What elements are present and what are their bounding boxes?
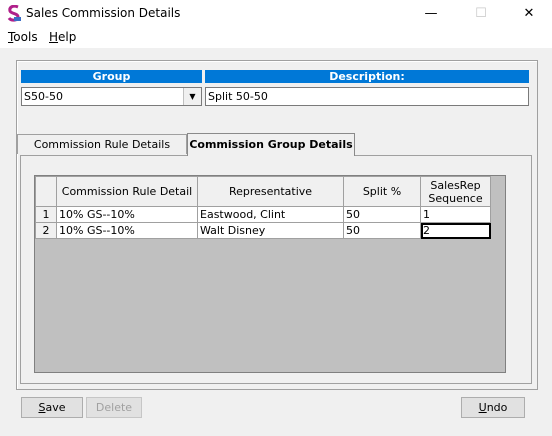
description-value: Split 50-50 (208, 90, 268, 103)
group-select[interactable]: S50-50 ▼ (21, 87, 202, 106)
grid-table: Commission Rule Detail Representative Sp… (35, 176, 491, 239)
description-header: Description: (205, 70, 529, 83)
cell-sequence[interactable]: 1 (420, 206, 491, 223)
window-title: Sales Commission Details (26, 6, 181, 20)
title-bar: Sales Commission Details — ☐ ✕ (0, 0, 552, 28)
cell-split[interactable]: 50 (343, 206, 421, 223)
app-icon (7, 5, 21, 22)
menu-help-accelerator: H (49, 30, 59, 44)
sales-commission-window: Sales Commission Details — ☐ ✕ Tools Hel… (0, 0, 552, 436)
chevron-down-icon[interactable]: ▼ (183, 88, 201, 105)
maximize-button[interactable]: ☐ (458, 0, 504, 28)
save-button[interactable]: Save (21, 397, 83, 418)
tab-commission-rule-details[interactable]: Commission Rule Details (17, 134, 187, 154)
table-row[interactable]: 1 10% GS--10% Eastwood, Clint 50 1 (35, 206, 491, 223)
delete-button[interactable]: Delete (86, 397, 142, 418)
undo-label: ndo (486, 401, 508, 414)
description-field[interactable]: Split 50-50 (205, 87, 529, 106)
column-header-rule[interactable]: Commission Rule Detail (56, 176, 198, 207)
grid-header-row: Commission Rule Detail Representative Sp… (35, 176, 491, 207)
save-label: ave (45, 401, 66, 414)
tab-commission-group-details[interactable]: Commission Group Details (187, 133, 355, 156)
column-header-representative[interactable]: Representative (197, 176, 344, 207)
group-select-value: S50-50 (24, 90, 63, 103)
minimize-button[interactable]: — (408, 0, 454, 28)
cell-split[interactable]: 50 (343, 222, 421, 239)
row-number[interactable]: 2 (35, 222, 57, 239)
menu-bar: Tools Help (0, 28, 552, 48)
group-header: Group (21, 70, 202, 83)
cell-representative[interactable]: Eastwood, Clint (197, 206, 344, 223)
column-header-split[interactable]: Split % (343, 176, 421, 207)
row-number[interactable]: 1 (35, 206, 57, 223)
column-header-sequence[interactable]: SalesRep Sequence (420, 176, 491, 207)
close-button[interactable]: ✕ (506, 0, 552, 28)
menu-tools-label: ools (13, 30, 38, 44)
menu-tools[interactable]: Tools (8, 30, 38, 44)
undo-accelerator: U (478, 401, 487, 414)
table-row[interactable]: 2 10% GS--10% Walt Disney 50 2 (35, 222, 491, 239)
cell-rule[interactable]: 10% GS--10% (56, 222, 198, 239)
cell-sequence-editing[interactable]: 2 (420, 222, 491, 239)
undo-button[interactable]: Undo (461, 397, 525, 418)
cell-rule[interactable]: 10% GS--10% (56, 206, 198, 223)
row-number-header (35, 176, 57, 207)
commission-grid: Commission Rule Detail Representative Sp… (34, 175, 506, 373)
cell-representative[interactable]: Walt Disney (197, 222, 344, 239)
menu-help-label: elp (58, 30, 77, 44)
menu-help[interactable]: Help (49, 30, 76, 44)
